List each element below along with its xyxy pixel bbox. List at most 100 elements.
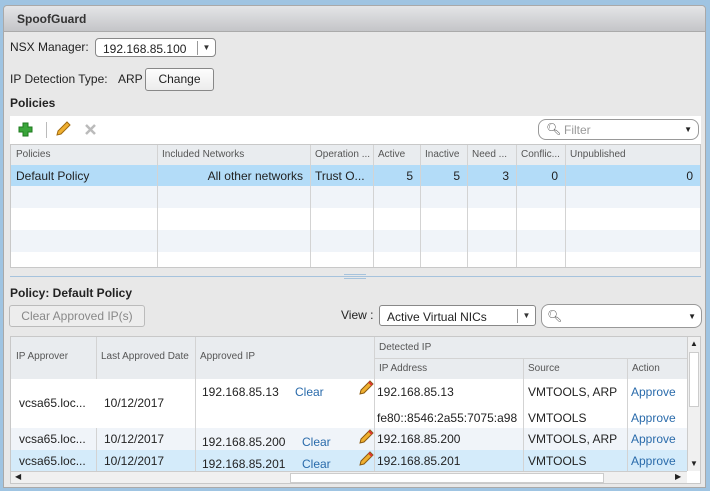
cell-last-approved-date: 10/12/2017 — [104, 454, 165, 468]
cell-active: 5 — [406, 169, 413, 183]
scroll-down-icon[interactable]: ▼ — [690, 459, 698, 468]
column-divider — [467, 145, 468, 267]
cell-detected-ip: 192.168.85.200 — [377, 432, 461, 446]
table-row[interactable]: vcsa65.loc... 10/12/2017 192.168.85.200 Cle… — [11, 428, 687, 450]
pencil-icon[interactable] — [358, 429, 374, 445]
column-divider — [195, 428, 196, 450]
search-icon: 🔍︎ — [547, 309, 563, 323]
pencil-icon[interactable] — [358, 380, 374, 396]
title-bar: SpoofGuard — [4, 6, 705, 32]
nsx-manager-label: NSX Manager: — [10, 40, 89, 54]
column-header[interactable]: Active — [378, 149, 417, 160]
cell-networks: All other networks — [207, 169, 303, 183]
column-divider — [96, 428, 97, 450]
column-divider — [310, 145, 311, 267]
column-divider — [627, 358, 628, 379]
pencil-icon[interactable] — [55, 121, 71, 137]
column-header[interactable]: Included Networks — [162, 149, 307, 160]
filter-placeholder: Filter — [564, 123, 591, 137]
column-divider — [374, 379, 375, 428]
policies-grid-header: Policies Included Networks Operation ... Ac… — [11, 145, 700, 165]
scroll-up-icon[interactable]: ▲ — [690, 339, 698, 348]
column-header-approved-ip[interactable]: Approved IP — [200, 351, 255, 362]
column-divider — [373, 145, 374, 267]
column-divider — [627, 428, 628, 450]
column-divider — [627, 450, 628, 472]
ip-detection-label: IP Detection Type: — [10, 72, 108, 86]
cell-approved-ip: 192.168.85.200 — [202, 435, 286, 449]
horizontal-scrollbar[interactable]: ◀ ▶ — [11, 471, 687, 483]
cell-name: Default Policy — [16, 169, 90, 183]
column-divider — [420, 145, 421, 267]
approve-link[interactable]: Approve — [631, 411, 676, 425]
table-row[interactable]: vcsa65.loc... 10/12/2017 192.168.85.13 Clea… — [11, 379, 687, 428]
chevron-down-icon: ▼ — [197, 41, 215, 55]
table-row[interactable]: Default Policy All other networks Trust O.… — [11, 165, 700, 186]
approve-link[interactable]: Approve — [631, 454, 676, 468]
column-header[interactable]: Policies — [16, 149, 154, 160]
approve-link[interactable]: Approve — [631, 432, 676, 446]
approve-link[interactable]: Approve — [631, 385, 676, 399]
pencil-icon[interactable] — [358, 451, 374, 467]
vertical-scrollbar[interactable]: ▲ ▼ — [687, 337, 700, 471]
scroll-right-icon[interactable]: ▶ — [675, 472, 681, 481]
search-icon: 🔍︎ — [546, 122, 562, 136]
cell-source: VMTOOLS, ARP — [528, 385, 618, 399]
column-header[interactable]: Inactive — [425, 149, 464, 160]
approved-ip-grid: IP Approver Last Approved Date Approved IP… — [10, 336, 701, 484]
policies-toolbar: 🔍︎ Filter ▼ — [10, 116, 701, 144]
clear-link[interactable]: Clear — [295, 385, 324, 399]
column-header-source[interactable]: Source — [528, 363, 560, 374]
column-divider — [523, 358, 524, 379]
column-divider — [516, 145, 517, 267]
column-divider — [157, 145, 158, 267]
column-header[interactable]: Need ... — [472, 149, 513, 160]
column-divider — [523, 428, 524, 450]
add-icon[interactable] — [18, 122, 33, 137]
horizontal-scroll-thumb[interactable] — [290, 473, 604, 483]
column-header-last-approved-date[interactable]: Last Approved Date — [101, 351, 189, 362]
vertical-scroll-thumb[interactable] — [689, 352, 699, 407]
column-group-detected-ip: Detected IP — [379, 342, 432, 353]
column-header[interactable]: Conflic... — [521, 149, 562, 160]
approved-ip-grid-header: IP Approver Last Approved Date Approved IP… — [11, 337, 687, 379]
nsx-manager-value: 192.168.85.100 — [103, 42, 187, 56]
table-row[interactable]: vcsa65.loc... 10/12/2017 192.168.85.201 Cle… — [11, 450, 687, 472]
column-header-action[interactable]: Action — [632, 363, 660, 374]
spoofguard-panel: SpoofGuard NSX Manager: 192.168.85.100 ▼… — [3, 5, 706, 488]
panel-title: SpoofGuard — [17, 12, 87, 26]
column-divider — [523, 379, 524, 428]
cell-source: VMTOOLS — [528, 454, 587, 468]
cell-unpublished: 0 — [686, 169, 693, 183]
cell-last-approved-date: 10/12/2017 — [104, 396, 165, 410]
column-divider — [374, 450, 375, 472]
scroll-left-icon[interactable]: ◀ — [15, 472, 21, 481]
column-divider — [523, 450, 524, 472]
clear-link[interactable]: Clear — [302, 457, 331, 471]
column-divider — [374, 428, 375, 450]
column-divider — [195, 379, 196, 428]
filter-input[interactable]: 🔍︎ Filter ▼ — [538, 119, 699, 140]
cell-inactive: 5 — [453, 169, 460, 183]
cell-detected-ip: 192.168.85.201 — [377, 454, 461, 468]
splitter-handle[interactable] — [344, 274, 366, 279]
clear-link[interactable]: Clear — [302, 435, 331, 449]
cell-conflict: 0 — [551, 169, 558, 183]
search-input[interactable]: 🔍︎ ▼ — [541, 304, 702, 328]
column-header[interactable]: Unpublished — [570, 149, 697, 160]
view-value: Active Virtual NICs — [387, 310, 487, 324]
ip-detection-value: ARP — [118, 72, 143, 86]
clear-approved-ips-button[interactable]: Clear Approved IP(s) — [9, 305, 145, 327]
column-header-ip-approver[interactable]: IP Approver — [16, 351, 68, 362]
view-select[interactable]: Active Virtual NICs ▼ — [379, 305, 536, 326]
change-button[interactable]: Change — [145, 68, 214, 91]
cell-detected-ip: fe80::8546:2a55:7075:a98 — [377, 411, 518, 425]
policies-grid: Policies Included Networks Operation ... Ac… — [10, 144, 701, 268]
delete-icon[interactable] — [85, 124, 96, 135]
column-divider — [374, 337, 375, 379]
column-header-ip-address[interactable]: IP Address — [379, 363, 427, 374]
cell-need: 3 — [502, 169, 509, 183]
view-label: View : — [341, 308, 374, 322]
column-header[interactable]: Operation ... — [315, 149, 370, 160]
nsx-manager-select[interactable]: 192.168.85.100 ▼ — [95, 38, 216, 57]
